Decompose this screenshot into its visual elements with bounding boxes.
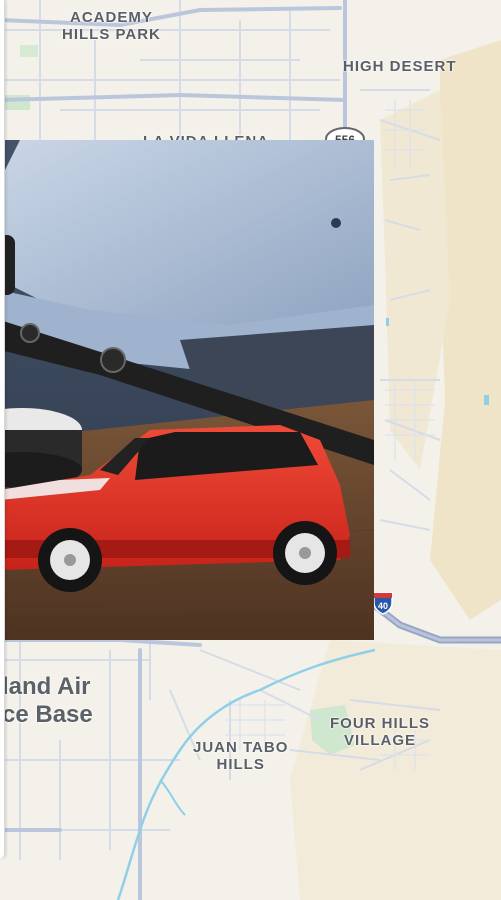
side-panel-edge bbox=[0, 0, 5, 858]
map-label-juan-tabo-hills: JUAN TABO HILLS bbox=[193, 739, 289, 773]
map-label-academy-hills-park: ACADEMY HILLS PARK bbox=[62, 9, 161, 43]
interstate-40-label: 40 bbox=[378, 601, 388, 611]
map-label-air-force-base: land Air ce Base bbox=[2, 673, 93, 728]
map-label-high-desert: HIGH DESERT bbox=[343, 58, 457, 75]
map-label-four-hills-village: FOUR HILLS VILLAGE bbox=[330, 715, 430, 749]
car-wheel-rear bbox=[273, 521, 337, 585]
car-wheel-front bbox=[38, 528, 102, 592]
interstate-40-shield: 40 bbox=[373, 592, 393, 615]
car-accident-law-photo[interactable] bbox=[0, 140, 374, 640]
